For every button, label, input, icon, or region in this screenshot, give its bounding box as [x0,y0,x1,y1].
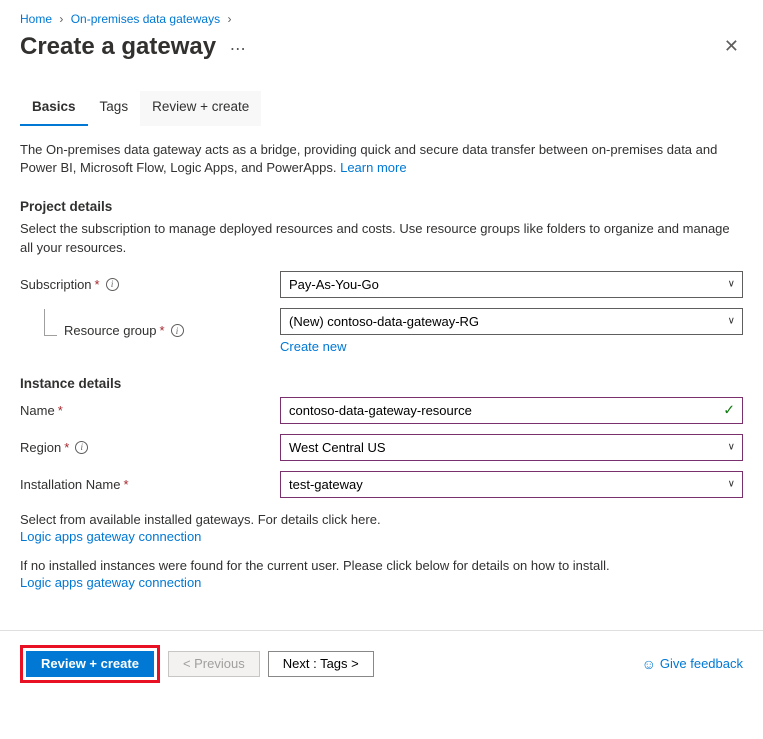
breadcrumb: Home › On-premises data gateways › [20,0,743,26]
gateway-connection-link-2[interactable]: Logic apps gateway connection [20,575,743,590]
instance-details-header: Instance details [20,376,743,391]
project-details-desc: Select the subscription to manage deploy… [20,220,743,256]
subscription-select[interactable] [280,271,743,298]
resource-group-label: Resource group [64,323,157,338]
available-gateways-text: Select from available installed gateways… [20,512,381,527]
info-icon[interactable]: i [106,278,119,291]
subscription-label: Subscription [20,277,92,292]
installation-name-select[interactable] [280,471,743,498]
close-icon[interactable]: ✕ [720,32,743,61]
footer-bar: Review + create < Previous Next : Tags >… [0,630,763,697]
review-create-highlight: Review + create [20,645,160,683]
intro-text: The On-premises data gateway acts as a b… [20,141,743,177]
region-select[interactable] [280,434,743,461]
installation-name-label: Installation Name [20,477,120,492]
required-marker: * [64,440,69,455]
previous-button: < Previous [168,651,260,677]
next-button[interactable]: Next : Tags > [268,651,374,677]
no-instances-text: If no installed instances were found for… [20,558,610,573]
tab-bar: Basics Tags Review + create [20,91,743,127]
more-actions-icon[interactable]: ⋯ [230,41,246,58]
feedback-icon: ☺ [642,656,656,672]
give-feedback-link[interactable]: ☺ Give feedback [642,656,743,672]
required-marker: * [95,277,100,292]
chevron-right-icon: › [227,12,231,26]
required-marker: * [160,323,165,338]
page-title: Create a gateway [20,33,216,60]
create-new-rg-link[interactable]: Create new [280,339,346,354]
review-create-button[interactable]: Review + create [26,651,154,677]
breadcrumb-gateways[interactable]: On-premises data gateways [71,12,220,26]
name-input[interactable] [280,397,743,424]
required-marker: * [123,477,128,492]
learn-more-link[interactable]: Learn more [340,160,406,175]
gateway-connection-link-1[interactable]: Logic apps gateway connection [20,529,743,544]
project-details-header: Project details [20,199,743,214]
feedback-label: Give feedback [660,656,743,671]
tab-review-create[interactable]: Review + create [140,91,261,126]
info-icon[interactable]: i [75,441,88,454]
breadcrumb-home[interactable]: Home [20,12,52,26]
required-marker: * [58,403,63,418]
chevron-right-icon: › [59,12,63,26]
name-label: Name [20,403,55,418]
info-icon[interactable]: i [171,324,184,337]
tab-basics[interactable]: Basics [20,91,88,126]
tab-tags[interactable]: Tags [88,91,141,126]
resource-group-select[interactable] [280,308,743,335]
region-label: Region [20,440,61,455]
